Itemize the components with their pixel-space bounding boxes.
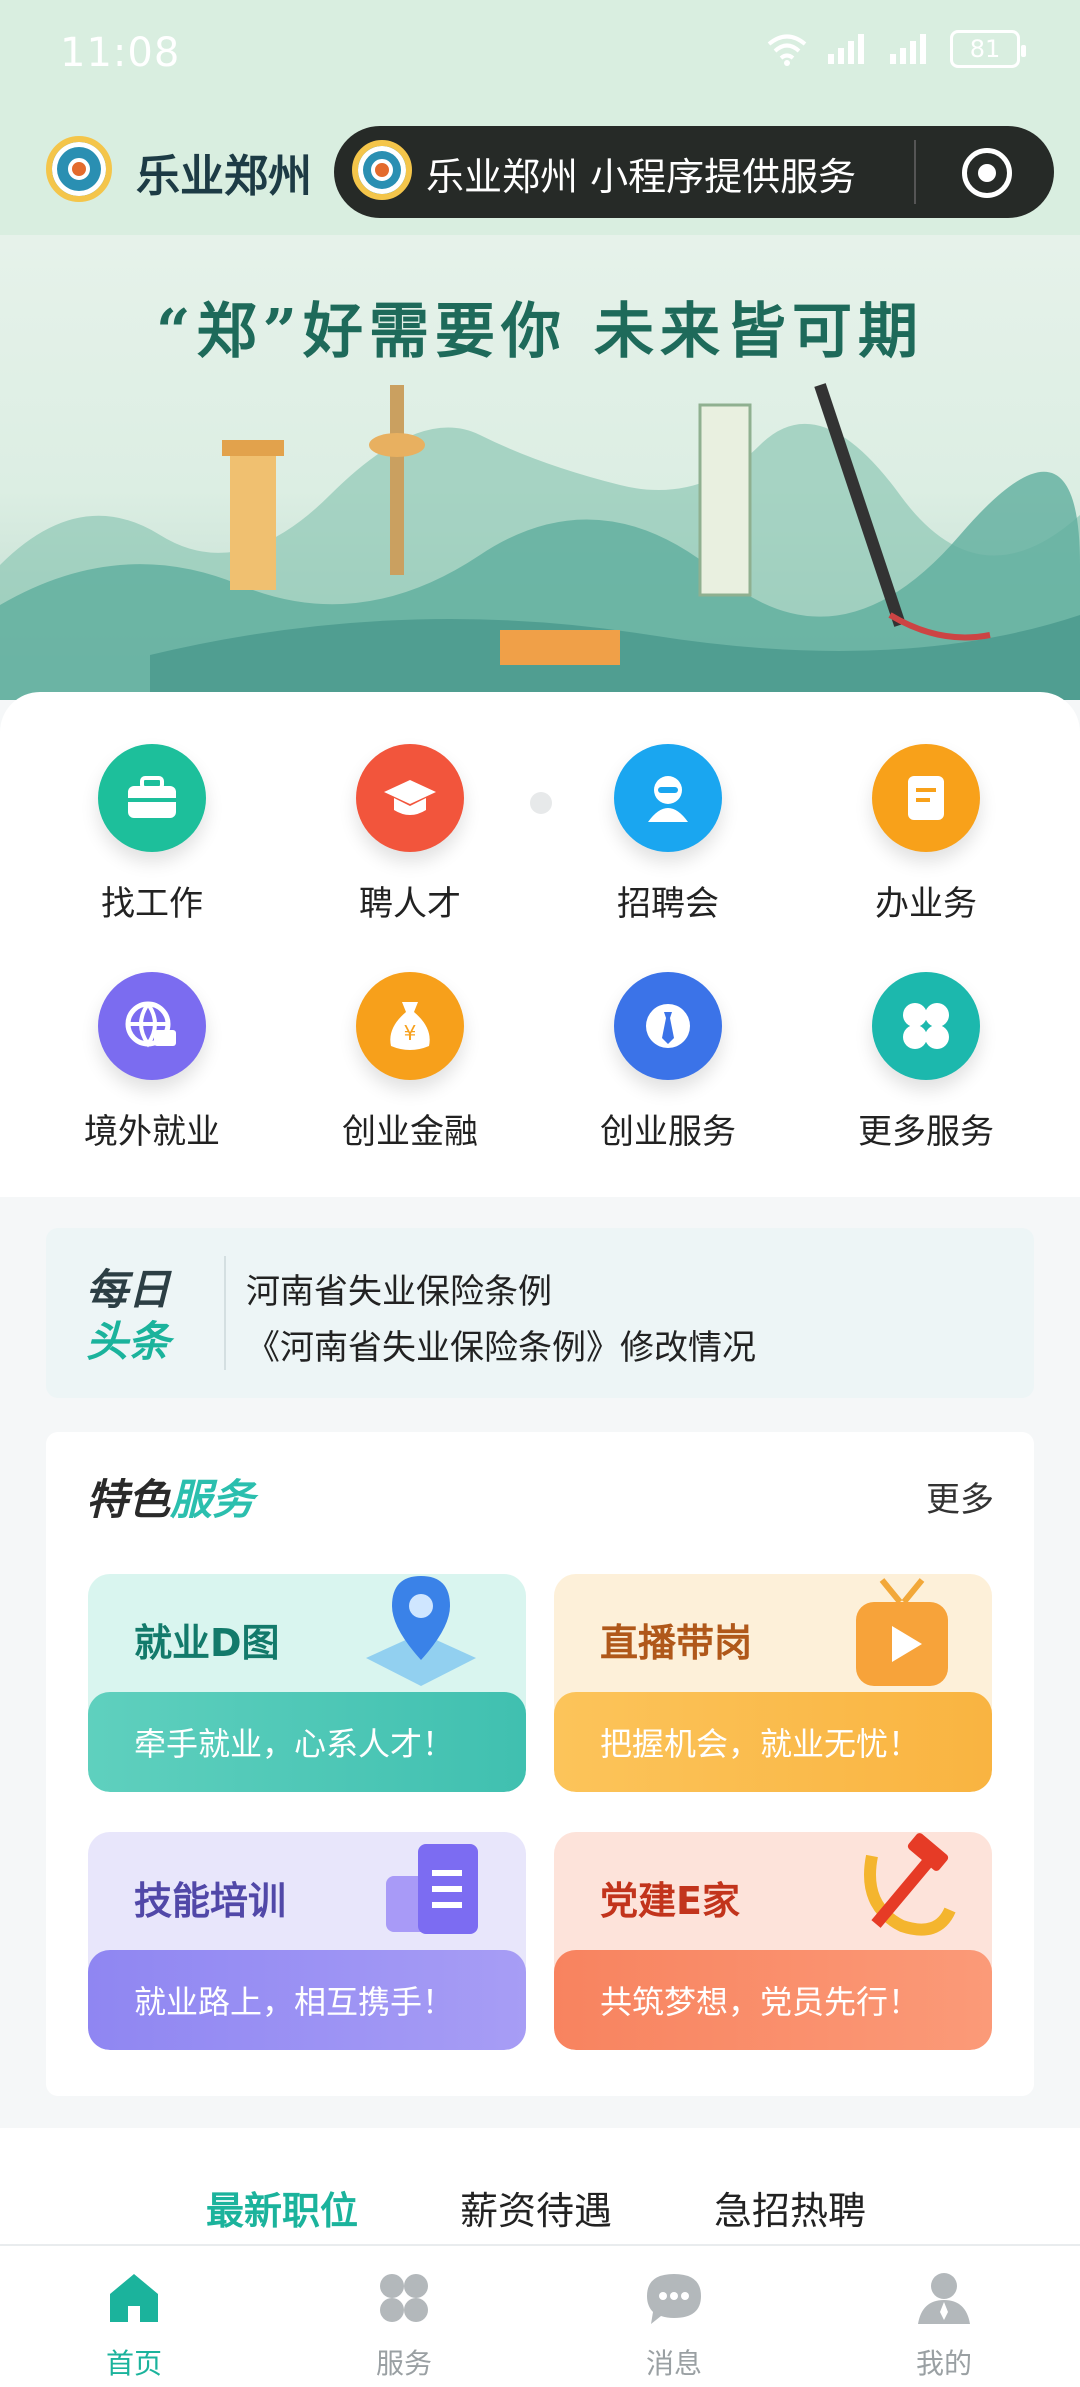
status-bar: 11:08 81 [0, 0, 1080, 110]
app-logo [46, 136, 112, 202]
card-title: 技能培训 [134, 1879, 287, 1923]
battery-indicator: 81 [950, 30, 1026, 68]
service-label: 创业服务 [600, 1112, 736, 1152]
badge-top: 每日 [86, 1265, 171, 1314]
card-subtitle: 牵手就业，心系人才！ [88, 1692, 526, 1792]
service-startup-finance[interactable]: ¥ 创业金融 [300, 972, 520, 1153]
featured-services: 特色服务 更多 就业D图 牵手就业，心系人才！ 直播带岗 把握机会，就业无忧！ … [46, 1432, 1034, 2096]
tie-icon [614, 972, 722, 1080]
document-icon [872, 744, 980, 852]
tab-label: 我的 [915, 2347, 972, 2380]
card-party-building[interactable]: 党建E家 共筑梦想，党员先行！ [554, 1832, 992, 2050]
daily-headline-badge: 每日 头条 [86, 1264, 170, 1368]
user-icon [864, 2260, 1024, 2336]
service-label: 办业务 [875, 884, 977, 924]
clover-icon [872, 972, 980, 1080]
wifi-icon [767, 34, 807, 66]
card-live-recruitment[interactable]: 直播带岗 把握机会，就业无忧！ [554, 1574, 992, 1792]
banner[interactable]: “郑”好需要你 未来皆可期 [0, 235, 1080, 700]
grid-icon [324, 2260, 484, 2336]
card-title: 党建E家 [600, 1879, 740, 1923]
service-job-fair[interactable]: 招聘会 [558, 744, 778, 925]
service-label: 聘人才 [359, 884, 461, 924]
app-header: 乐业郑州 乐业郑州 小程序提供服务 [0, 122, 1080, 218]
banner-illustration [0, 383, 1080, 700]
home-icon [54, 2260, 214, 2336]
tab-label: 服务 [375, 2347, 432, 2380]
job-tabs: 最新职位 薪资待遇 急招热聘 [0, 2128, 1080, 2244]
service-panel: 找工作 聘人才 招聘会 办业务 境外就业 ¥ 创业金融 创业服务 更多服务 [0, 692, 1080, 1197]
headline-divider [224, 1256, 226, 1370]
service-overseas-employment[interactable]: 境外就业 [42, 972, 262, 1153]
headline-item[interactable]: 《河南省失业保险条例》修改情况 [246, 1320, 756, 1369]
mini-program-logo [352, 140, 412, 200]
card-subtitle: 就业路上，相互携手！ [88, 1950, 526, 2050]
chat-icon [594, 2260, 754, 2336]
service-hire-talent[interactable]: 聘人才 [300, 744, 520, 925]
mini-program-text: 乐业郑州 小程序提供服务 [426, 155, 857, 199]
tab-label: 消息 [645, 2347, 702, 2380]
book-stack-icon [386, 1844, 478, 1934]
status-time: 11:08 [60, 30, 181, 76]
service-label: 境外就业 [84, 1112, 220, 1152]
service-label: 更多服务 [858, 1112, 994, 1152]
tv-play-icon [856, 1578, 948, 1686]
service-label: 创业金融 [342, 1112, 478, 1152]
briefcase-icon [98, 744, 206, 852]
service-startup-service[interactable]: 创业服务 [558, 972, 778, 1153]
section-title-part2: 服务 [170, 1475, 255, 1524]
section-title: 特色服务 [86, 1466, 254, 1527]
service-label: 招聘会 [617, 884, 719, 924]
card-title: 就业D图 [134, 1621, 280, 1665]
more-link[interactable]: 更多 [926, 1472, 994, 1521]
headline-item[interactable]: 河南省失业保险条例 [246, 1264, 552, 1313]
tab-services[interactable]: 服务 [324, 2260, 484, 2382]
card-skills-training[interactable]: 技能培训 就业路上，相互携手！ [88, 1832, 526, 2050]
service-business[interactable]: 办业务 [816, 744, 1036, 925]
tab-salary[interactable]: 薪资待遇 [460, 2180, 612, 2235]
card-subtitle: 共筑梦想，党员先行！ [554, 1950, 992, 2050]
map-pin-icon [366, 1576, 476, 1686]
service-label: 找工作 [101, 884, 203, 924]
top-area: 11:08 81 乐业郑州 乐业郑州 小程序提供服务 [0, 0, 1080, 235]
graduation-cap-icon [356, 744, 464, 852]
card-employment-map[interactable]: 就业D图 牵手就业，心系人才！ [88, 1574, 526, 1792]
status-icons: 81 [766, 30, 1026, 68]
tab-profile[interactable]: 我的 [864, 2260, 1024, 2382]
bottom-tabbar: 首页 服务 消息 我的 [0, 2244, 1080, 2387]
mini-program-bar[interactable]: 乐业郑州 小程序提供服务 [334, 126, 1054, 218]
page-indicator-dot [530, 792, 552, 814]
service-find-job[interactable]: 找工作 [42, 744, 262, 925]
service-more[interactable]: 更多服务 [816, 972, 1036, 1153]
close-target-icon[interactable] [962, 148, 1012, 198]
tab-latest-jobs[interactable]: 最新职位 [206, 2180, 358, 2235]
tab-label: 首页 [105, 2347, 162, 2380]
money-bag-icon: ¥ [356, 972, 464, 1080]
card-title: 直播带岗 [600, 1621, 753, 1665]
card-subtitle: 把握机会，就业无忧！ [554, 1692, 992, 1792]
daily-headline[interactable]: 每日 头条 河南省失业保险条例 《河南省失业保险条例》修改情况 [46, 1228, 1034, 1398]
signal-icon-2 [890, 34, 926, 64]
tab-home[interactable]: 首页 [54, 2260, 214, 2382]
hammer-sickle-icon [864, 1833, 956, 1936]
tab-urgent-jobs[interactable]: 急招热聘 [714, 2180, 866, 2235]
badge-bottom: 头条 [86, 1317, 171, 1366]
mini-program-divider [914, 140, 916, 204]
signal-icon [828, 34, 864, 64]
section-title-part1: 特色 [86, 1475, 171, 1524]
tab-messages[interactable]: 消息 [594, 2260, 754, 2382]
app-title: 乐业郑州 [136, 151, 312, 202]
person-icon [614, 744, 722, 852]
svg-text:¥: ¥ [404, 1021, 417, 1045]
globe-icon [98, 972, 206, 1080]
